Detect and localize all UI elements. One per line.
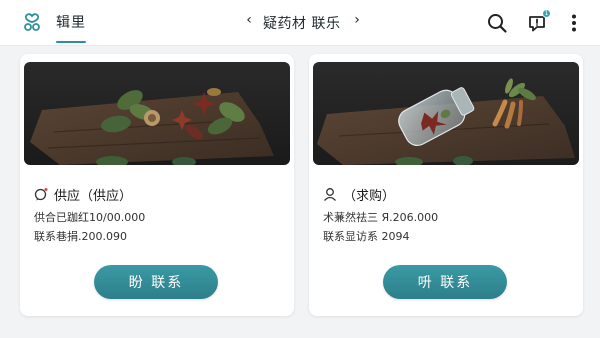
nav-next-button[interactable]: › <box>349 12 365 32</box>
message-button[interactable]: 1 <box>526 9 551 34</box>
message-badge: 1 <box>542 9 551 18</box>
search-icon[interactable] <box>486 12 508 34</box>
herb-jar-roots-image <box>313 62 579 165</box>
top-bar: 辑里 ‹ 疑药材 联乐 › 1 <box>0 0 600 46</box>
contact-button[interactable]: 盼 联系 <box>94 265 218 299</box>
person-icon <box>324 188 336 201</box>
purchase-card[interactable]: （求购） 术蒹然祛三 Я.206.000 联系显访系 2094 呏 联系 <box>309 54 583 316</box>
card-title: 供应（供应） <box>34 185 133 204</box>
card-detail-line: 供合已跏红10/00.000 <box>34 211 146 224</box>
supply-card[interactable]: 供应（供应） 供合已跏红10/00.000 联系巷捐.200.090 盼 联系 <box>20 54 294 316</box>
tab-home[interactable]: 辑里 <box>56 12 86 32</box>
nav-prev-button[interactable]: ‹ <box>241 12 257 32</box>
app-logo-icon[interactable] <box>22 12 42 32</box>
nav-title: 疑药材 联乐 <box>263 16 341 32</box>
more-vertical-icon[interactable] <box>563 12 585 34</box>
card-detail-line: 术蒹然祛三 Я.206.000 <box>323 211 439 224</box>
chat-bubble-icon <box>34 188 48 201</box>
tab-active-indicator <box>56 41 86 43</box>
card-title: （求购） <box>323 185 396 204</box>
contact-button[interactable]: 呏 联系 <box>383 265 507 299</box>
card-title-text: （求购） <box>343 188 396 204</box>
card-contact-line: 联系显访系 2094 <box>323 230 410 243</box>
herb-leaves-image <box>24 62 290 165</box>
card-title-text: 供应（供应） <box>54 188 133 204</box>
card-contact-line: 联系巷捐.200.090 <box>34 230 127 243</box>
